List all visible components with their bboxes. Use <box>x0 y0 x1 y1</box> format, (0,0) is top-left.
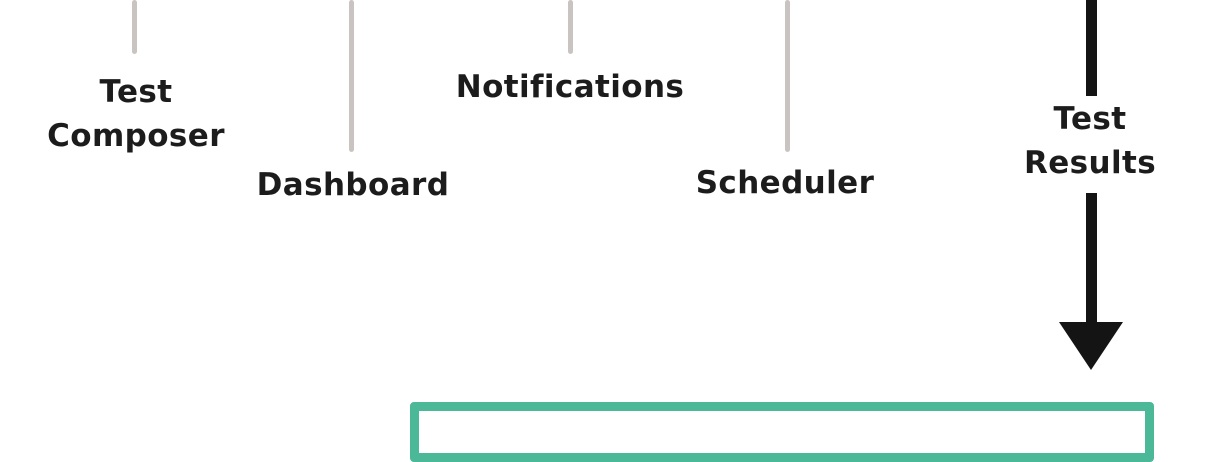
notifications-connector <box>568 0 573 54</box>
dashboard-label: Dashboard <box>256 167 450 203</box>
scheduler-label: Scheduler <box>695 165 875 201</box>
dashboard-connector <box>349 0 354 152</box>
test-results-line-top <box>1086 0 1097 96</box>
test-composer-label-line1: Test <box>99 74 173 110</box>
test-composer-label-line2: Composer <box>47 118 225 154</box>
test-results-label-line2: Results <box>1023 145 1157 181</box>
notifications-label: Notifications <box>455 69 685 105</box>
test-results-label: Test Results <box>1000 97 1180 185</box>
arrow-down-icon <box>1059 322 1123 370</box>
scheduler-connector <box>785 0 790 152</box>
test-results-label-line1: Test <box>1053 101 1127 137</box>
target-box <box>410 402 1154 462</box>
test-composer-connector <box>132 0 137 54</box>
test-results-line-bottom <box>1086 193 1097 325</box>
test-composer-label: Test Composer <box>36 70 236 158</box>
diagram-canvas: Test Composer Dashboard Notifications Sc… <box>0 0 1210 462</box>
